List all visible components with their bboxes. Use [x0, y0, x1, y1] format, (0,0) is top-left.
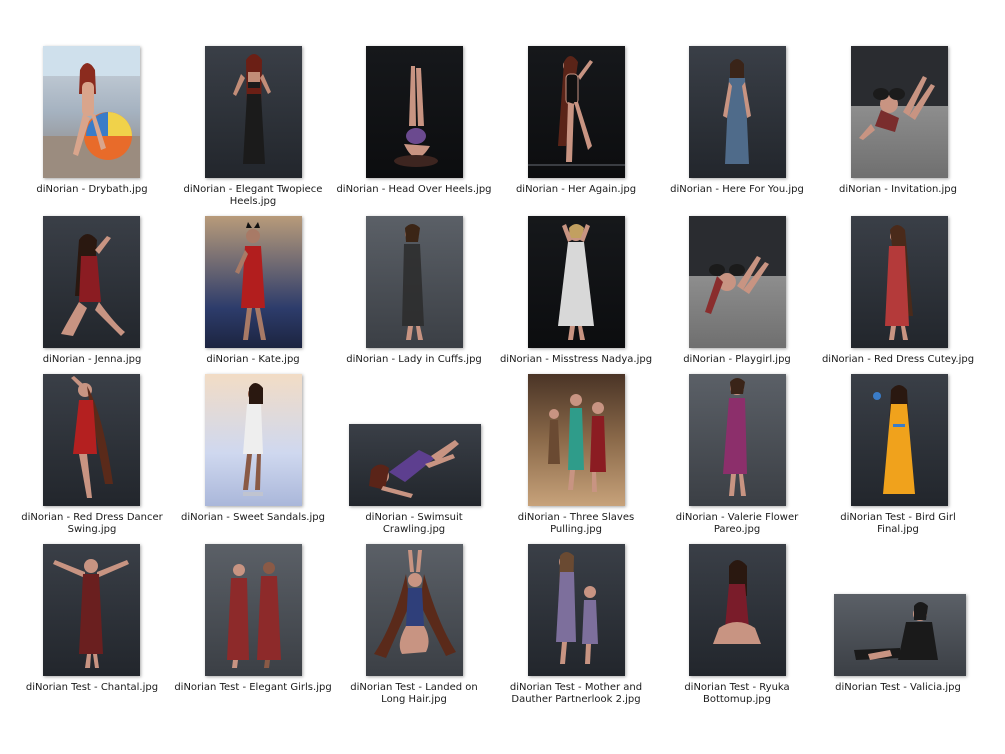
file-name-label: diNorian - Invitation.jpg — [839, 184, 957, 195]
portrait-thumbnail-art — [548, 394, 606, 492]
image-thumbnail[interactable] — [528, 544, 625, 676]
portrait-thumbnail-art — [235, 222, 266, 340]
landscape-thumbnail-art — [854, 602, 938, 660]
portrait-thumbnail-art — [374, 550, 456, 658]
image-thumbnail[interactable] — [528, 374, 625, 506]
landscape-thumbnail-art — [369, 440, 459, 498]
file-name-label: diNorian - Head Over Heels.jpg — [336, 184, 492, 195]
portrait-thumbnail-art — [556, 552, 598, 664]
image-thumbnail[interactable] — [528, 216, 625, 348]
image-thumbnail[interactable] — [43, 46, 140, 178]
portrait-thumbnail-art — [873, 385, 915, 494]
image-thumbnail[interactable] — [851, 46, 948, 178]
portrait-thumbnail-art — [723, 378, 747, 496]
image-thumbnail[interactable] — [528, 46, 625, 178]
image-thumbnail[interactable] — [43, 544, 140, 676]
image-thumbnail[interactable] — [689, 46, 786, 178]
portrait-thumbnail-art — [885, 225, 913, 340]
file-name-label: diNorian Test - Valicia.jpg — [835, 682, 961, 693]
file-name-label: diNorian Test - Landed on Long Hair.jpg — [350, 682, 478, 705]
file-name-label: diNorian - Swimsuit Crawling.jpg — [365, 512, 463, 535]
portrait-thumbnail-art — [528, 56, 625, 166]
file-name-label: diNorian - Sweet Sandals.jpg — [181, 512, 325, 523]
image-thumbnail[interactable] — [366, 544, 463, 676]
image-thumbnail[interactable] — [851, 374, 948, 506]
portrait-thumbnail-art — [61, 234, 125, 336]
portrait-thumbnail-art — [243, 383, 263, 496]
portrait-thumbnail-art — [43, 46, 140, 178]
image-thumbnail[interactable] — [851, 216, 948, 348]
image-thumbnail[interactable] — [43, 374, 140, 506]
file-name-label: diNorian - Lady in Cuffs.jpg — [346, 354, 482, 365]
image-thumbnail[interactable] — [366, 46, 463, 178]
file-name-label: diNorian - Misstress Nadya.jpg — [499, 354, 653, 365]
file-name-label: diNorian - Drybath.jpg — [36, 184, 148, 195]
file-name-label: diNorian - Red Dress Dancer Swing.jpg — [21, 512, 163, 535]
file-name-label: diNorian - Red Dress Cutey.jpg — [821, 354, 975, 365]
image-thumbnail[interactable] — [205, 374, 302, 506]
image-thumbnail[interactable] — [43, 216, 140, 348]
portrait-thumbnail-art — [71, 376, 113, 498]
portrait-thumbnail-art — [402, 224, 424, 340]
file-name-label: diNorian - Her Again.jpg — [515, 184, 637, 195]
file-name-label: diNorian - Three Slaves Pulling.jpg — [517, 512, 635, 535]
file-name-label: diNorian - Here For You.jpg — [670, 184, 804, 195]
image-thumbnail[interactable] — [205, 544, 302, 676]
file-name-label: diNorian Test - Mother and Dauther Partn… — [509, 682, 643, 705]
file-name-label: diNorian - Playgirl.jpg — [683, 354, 791, 365]
file-name-label: diNorian Test - Chantal.jpg — [25, 682, 159, 693]
portrait-thumbnail-art — [723, 59, 751, 164]
portrait-thumbnail-art — [53, 559, 129, 668]
portrait-thumbnail-art — [689, 216, 786, 314]
image-thumbnail[interactable] — [366, 216, 463, 348]
image-thumbnail[interactable] — [349, 424, 481, 506]
file-name-label: diNorian - Valerie Flower Pareo.jpg — [675, 512, 799, 535]
file-name-label: diNorian - Kate.jpg — [206, 354, 300, 365]
portrait-thumbnail-art — [851, 46, 948, 140]
portrait-thumbnail-art — [227, 562, 281, 668]
file-name-label: diNorian Test - Ryuka Bottomup.jpg — [684, 682, 790, 705]
portrait-thumbnail-art — [713, 560, 761, 644]
file-name-label: diNorian - Elegant Twopiece Heels.jpg — [183, 184, 323, 207]
image-thumbnail[interactable] — [689, 216, 786, 348]
file-name-label: diNorian - Jenna.jpg — [42, 354, 142, 365]
file-name-label: diNorian Test - Elegant Girls.jpg — [174, 682, 332, 693]
image-thumbnail[interactable] — [689, 374, 786, 506]
file-name-label: diNorian Test - Bird Girl Final.jpg — [840, 512, 956, 535]
image-thumbnail[interactable] — [834, 594, 966, 676]
image-thumbnail[interactable] — [689, 544, 786, 676]
image-thumbnail[interactable] — [205, 216, 302, 348]
portrait-thumbnail-art — [394, 66, 438, 167]
portrait-thumbnail-art — [558, 224, 594, 340]
image-thumbnail[interactable] — [205, 46, 302, 178]
portrait-thumbnail-art — [233, 54, 271, 164]
